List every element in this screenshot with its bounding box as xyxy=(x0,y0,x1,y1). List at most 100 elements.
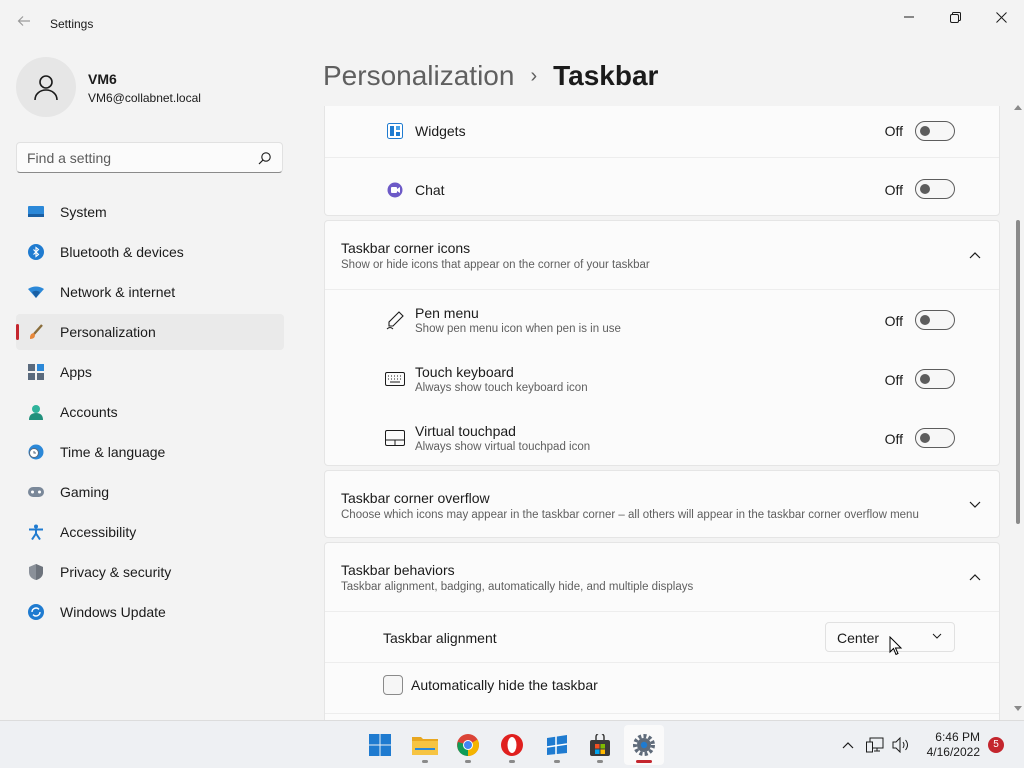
settings-gear-icon xyxy=(633,734,655,756)
volume-button[interactable] xyxy=(890,721,912,768)
chevron-down-icon[interactable] xyxy=(967,497,983,513)
widgets-label: Widgets xyxy=(415,123,466,139)
sidebar-item-bluetooth[interactable]: Bluetooth & devices xyxy=(16,234,284,270)
mouse-cursor-icon xyxy=(889,636,903,656)
close-button[interactable] xyxy=(978,0,1024,34)
chat-icon xyxy=(385,180,405,200)
scroll-up-icon[interactable] xyxy=(1014,104,1022,110)
scroll-down-icon[interactable] xyxy=(1014,706,1022,712)
sidebar-item-apps[interactable]: Apps xyxy=(16,354,284,390)
taskbar-clock[interactable]: 6:46 PM 4/16/2022 xyxy=(916,730,980,760)
title-bar: Settings xyxy=(0,0,1024,48)
breadcrumb: Personalization › Taskbar xyxy=(323,58,658,94)
virtual-touchpad-state: Off xyxy=(884,431,903,447)
taskbar-items-card: Widgets Off Chat Off xyxy=(324,106,1000,216)
sidebar-item-privacy[interactable]: Privacy & security xyxy=(16,554,284,590)
person-icon xyxy=(34,75,58,101)
search-input[interactable] xyxy=(27,150,247,166)
virtual-touchpad-title: Virtual touchpad xyxy=(415,423,516,439)
touch-keyboard-toggle[interactable] xyxy=(915,369,955,389)
restore-button[interactable] xyxy=(932,0,978,34)
behaviors-subtitle: Taskbar alignment, badging, automaticall… xyxy=(341,581,694,593)
virtual-touchpad-row: Virtual touchpad Always show virtual tou… xyxy=(325,408,999,466)
sidebar-item-label: Gaming xyxy=(60,484,110,500)
touch-keyboard-title: Touch keyboard xyxy=(415,364,514,380)
taskbar-store[interactable] xyxy=(580,725,620,765)
pen-icon xyxy=(385,310,405,330)
corner-icons-header[interactable]: Taskbar corner icons Show or hide icons … xyxy=(325,221,999,289)
running-indicator xyxy=(509,760,515,763)
sidebar-item-accessibility[interactable]: Accessibility xyxy=(16,514,284,550)
minimize-button[interactable] xyxy=(886,0,932,34)
running-indicator xyxy=(554,760,560,763)
corner-overflow-subtitle: Choose which icons may appear in the tas… xyxy=(341,509,919,521)
taskbar-blue-app[interactable] xyxy=(537,725,577,765)
chevron-up-icon[interactable] xyxy=(967,569,983,585)
running-indicator xyxy=(422,760,428,763)
sidebar-item-system[interactable]: System xyxy=(16,194,284,230)
toggle-knob xyxy=(920,126,930,136)
breadcrumb-separator: › xyxy=(530,64,538,87)
behaviors-card: Taskbar behaviors Taskbar alignment, bad… xyxy=(324,542,1000,720)
sidebar-item-label: Network & internet xyxy=(60,284,176,300)
settings-content: Widgets Off Chat Off Taskbar corner icon… xyxy=(324,106,1000,720)
chat-label: Chat xyxy=(415,182,445,198)
taskbar-settings[interactable] xyxy=(624,725,664,765)
content-scrollbar[interactable] xyxy=(1013,100,1023,720)
virtual-touchpad-toggle[interactable] xyxy=(915,428,955,448)
corner-icons-subtitle: Show or hide icons that appear on the co… xyxy=(341,259,650,271)
sidebar-item-windows-update[interactable]: Windows Update xyxy=(16,594,284,630)
sidebar-item-label: Bluetooth & devices xyxy=(60,244,184,260)
pen-menu-toggle[interactable] xyxy=(915,310,955,330)
chat-toggle[interactable] xyxy=(915,179,955,199)
sidebar-item-time-language[interactable]: Time & language xyxy=(16,434,284,470)
toggle-knob xyxy=(920,374,930,384)
sidebar-item-label: Personalization xyxy=(60,324,156,340)
chrome-icon xyxy=(457,734,479,756)
corner-icons-title: Taskbar corner icons xyxy=(341,240,471,256)
taskbar-file-explorer[interactable] xyxy=(405,725,445,765)
chat-state: Off xyxy=(884,182,903,198)
sidebar-item-network[interactable]: Network & internet xyxy=(16,274,284,310)
bluetooth-icon xyxy=(28,244,44,260)
close-icon xyxy=(995,11,1007,23)
opera-icon xyxy=(501,734,523,756)
autohide-row[interactable]: Automatically hide the taskbar xyxy=(325,663,999,713)
behaviors-title: Taskbar behaviors xyxy=(341,562,455,578)
sidebar-item-label: Accessibility xyxy=(60,524,137,540)
autohide-checkbox[interactable] xyxy=(383,675,403,695)
taskbar-chrome[interactable] xyxy=(448,725,488,765)
virtual-touchpad-subtitle: Always show virtual touchpad icon xyxy=(415,441,591,453)
arrow-left-icon xyxy=(17,16,30,26)
taskbar-opera[interactable] xyxy=(492,725,532,765)
touch-keyboard-row: Touch keyboard Always show touch keyboar… xyxy=(325,349,999,408)
breadcrumb-parent-link[interactable]: Personalization xyxy=(323,60,514,92)
corner-overflow-card[interactable]: Taskbar corner overflow Choose which ico… xyxy=(324,470,1000,538)
blue-app-icon xyxy=(546,735,568,755)
network-status-button[interactable] xyxy=(864,721,886,768)
scroll-thumb[interactable] xyxy=(1016,220,1020,524)
search-icon[interactable] xyxy=(258,151,272,165)
chevron-up-icon[interactable] xyxy=(967,247,983,263)
pen-menu-title: Pen menu xyxy=(415,305,479,321)
network-icon xyxy=(866,737,884,753)
start-button[interactable] xyxy=(360,725,400,765)
back-button[interactable] xyxy=(12,12,36,36)
show-hidden-icons-button[interactable] xyxy=(838,721,858,768)
widgets-toggle[interactable] xyxy=(915,121,955,141)
alignment-label: Taskbar alignment xyxy=(383,630,497,646)
profile-name: VM6 xyxy=(88,71,117,87)
running-indicator xyxy=(465,760,471,763)
sidebar-item-label: Apps xyxy=(60,364,92,380)
notification-badge[interactable]: 5 xyxy=(988,737,1004,753)
behaviors-header[interactable]: Taskbar behaviors Taskbar alignment, bad… xyxy=(325,543,999,611)
sidebar-item-label: Windows Update xyxy=(60,604,166,620)
avatar[interactable] xyxy=(16,57,76,117)
sidebar-item-personalization[interactable]: Personalization xyxy=(16,314,284,350)
running-indicator xyxy=(636,760,652,763)
apps-icon xyxy=(28,364,44,380)
sidebar-item-accounts[interactable]: Accounts xyxy=(16,394,284,430)
search-box[interactable] xyxy=(16,142,283,173)
chat-row: Chat Off xyxy=(325,157,999,216)
sidebar-item-gaming[interactable]: Gaming xyxy=(16,474,284,510)
